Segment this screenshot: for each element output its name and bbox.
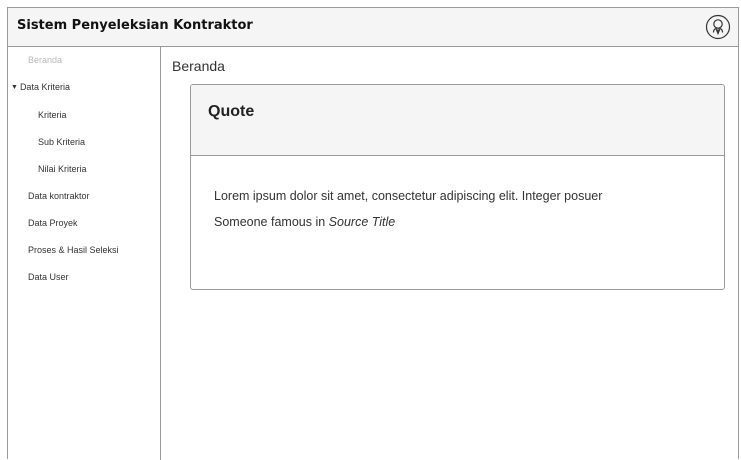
quote-source: Someone famous in Source Title	[214, 215, 395, 229]
sidebar-item-data-kriteria[interactable]: ▼ Data Kriteria	[8, 78, 160, 96]
top-bar: Sistem Penyeleksian Kontraktor	[8, 8, 738, 47]
page-title: Beranda	[172, 58, 225, 74]
quote-card-title: Quote	[208, 103, 255, 120]
sidebar-item-label: Proses & Hasil Seleksi	[28, 245, 119, 255]
sidebar-item-sub-kriteria[interactable]: Sub Kriteria	[8, 133, 160, 151]
sidebar-item-label: Beranda	[28, 55, 63, 65]
sidebar-item-label: Data kontraktor	[28, 191, 90, 201]
sidebar-nav: Beranda ▼ Data Kriteria Kriteria Sub Krit…	[8, 47, 161, 460]
quote-card-header: Quote	[191, 85, 724, 156]
quote-source-title: Source Title	[328, 215, 396, 229]
quote-card: Quote Lorem ipsum dolor sit amet, consec…	[190, 84, 725, 290]
user-circle-icon[interactable]	[705, 14, 731, 40]
caret-down-icon: ▼	[11, 84, 18, 91]
sidebar-item-data-proyek[interactable]: Data Proyek	[8, 214, 160, 232]
sidebar-item-proses-hasil-seleksi[interactable]: Proses & Hasil Seleksi	[8, 241, 160, 259]
quote-text: Lorem ipsum dolor sit amet, consectetur …	[214, 189, 603, 203]
sidebar-item-data-kontraktor[interactable]: Data kontraktor	[8, 187, 160, 205]
sidebar-item-label: Nilai Kriteria	[38, 164, 87, 174]
sidebar-item-data-user[interactable]: Data User	[8, 268, 160, 286]
app-window: Sistem Penyeleksian Kontraktor Beranda ▼…	[7, 7, 739, 460]
sidebar-item-label: Data Proyek	[28, 218, 78, 228]
sidebar-item-label: Data Kriteria	[19, 82, 70, 92]
sidebar-item-label: Sub Kriteria	[38, 137, 86, 147]
sidebar-item-beranda: Beranda	[8, 51, 160, 69]
app-title: Sistem Penyeleksian Kontraktor	[17, 18, 253, 33]
sidebar-item-nilai-kriteria[interactable]: Nilai Kriteria	[8, 160, 160, 178]
quote-source-prefix: Someone famous in	[214, 215, 326, 229]
sidebar-item-label: Data User	[28, 272, 69, 282]
sidebar-item-kriteria[interactable]: Kriteria	[8, 106, 160, 124]
sidebar-item-label: Kriteria	[38, 110, 67, 120]
